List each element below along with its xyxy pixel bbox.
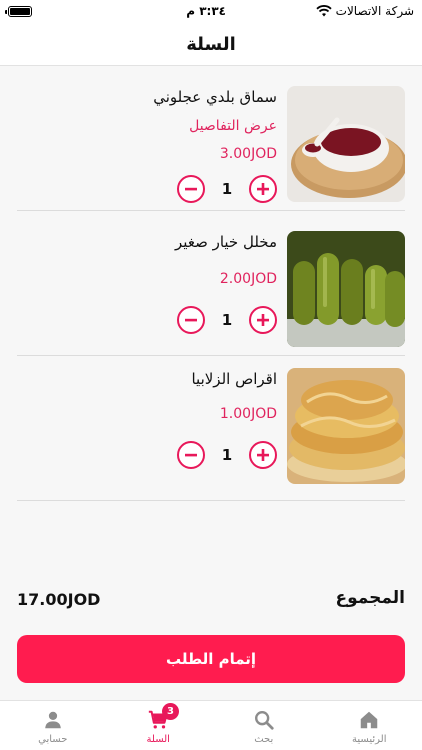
page-header: السلة (0, 24, 422, 66)
bottom-tab-bar: الرئيسية بحث 3 السلة حسابي (0, 700, 422, 750)
quantity-value: 1 (221, 311, 233, 329)
cart-items-list: سماق بلدي عجلوني عرض التفاصيل 3.00JOD 1 (17, 66, 405, 501)
tab-cart[interactable]: 3 السلة (106, 701, 212, 750)
home-icon (361, 711, 378, 728)
decrease-quantity-button[interactable] (177, 441, 205, 469)
quantity-stepper: 1 (177, 174, 277, 204)
product-price: 1.00JOD (219, 406, 277, 422)
total-label: المجموع (335, 588, 405, 608)
increase-quantity-button[interactable] (249, 441, 277, 469)
battery-icon (5, 6, 32, 17)
product-price: 3.00JOD (219, 146, 277, 162)
product-name: اقراص الزلابيا (191, 370, 277, 388)
zalabia-product-image[interactable] (287, 368, 405, 484)
decrease-quantity-button[interactable] (177, 306, 205, 334)
carrier-name: شركة الاتصالات (335, 4, 414, 18)
wifi-icon (316, 5, 332, 17)
tab-search[interactable]: بحث (211, 701, 317, 750)
product-price: 2.00JOD (219, 271, 277, 287)
product-name: مخلل خيار صغير (175, 233, 277, 251)
carrier-info: شركة الاتصالات (316, 4, 414, 18)
status-time: ٣:٣٤ م (186, 4, 226, 18)
view-details-link[interactable]: عرض التفاصيل (189, 118, 277, 134)
pickles-product-image[interactable] (287, 231, 405, 347)
minus-icon (185, 453, 197, 457)
tab-label: السلة (146, 733, 170, 745)
product-name: سماق بلدي عجلوني (153, 88, 277, 106)
increase-quantity-button[interactable] (249, 306, 277, 334)
user-icon (44, 711, 61, 728)
increase-quantity-button[interactable] (249, 175, 277, 203)
plus-icon (257, 314, 269, 326)
minus-icon (185, 318, 197, 322)
cart-screen: شركة الاتصالات ٣:٣٤ م السلة سماق بلدي عج… (0, 0, 422, 750)
cart-count-badge: 3 (162, 703, 179, 720)
search-icon (254, 710, 274, 730)
plus-icon (257, 183, 269, 195)
tab-label: الرئيسية (352, 733, 387, 745)
tab-label: حسابي (38, 733, 68, 745)
tab-account[interactable]: حسابي (0, 701, 106, 750)
checkout-button-label: إتمام الطلب (165, 650, 257, 668)
quantity-stepper: 1 (177, 305, 277, 335)
total-value: 17.00JOD (17, 590, 101, 609)
sumac-product-image[interactable] (287, 86, 405, 202)
decrease-quantity-button[interactable] (177, 175, 205, 203)
minus-icon (185, 187, 197, 191)
checkout-button[interactable]: إتمام الطلب (17, 635, 405, 683)
plus-icon (257, 449, 269, 461)
quantity-stepper: 1 (177, 440, 277, 470)
page-title: السلة (186, 34, 236, 55)
cart-item: مخلل خيار صغير 2.00JOD 1 (17, 211, 405, 356)
status-bar: شركة الاتصالات ٣:٣٤ م (0, 0, 422, 24)
quantity-value: 1 (221, 446, 233, 464)
cart-item: سماق بلدي عجلوني عرض التفاصيل 3.00JOD 1 (17, 66, 405, 211)
tab-label: بحث (254, 733, 274, 745)
quantity-value: 1 (221, 180, 233, 198)
tab-home[interactable]: الرئيسية (317, 701, 422, 750)
cart-item: اقراص الزلابيا 1.00JOD 1 (17, 356, 405, 501)
order-total: المجموع 17.00JOD (17, 588, 405, 614)
